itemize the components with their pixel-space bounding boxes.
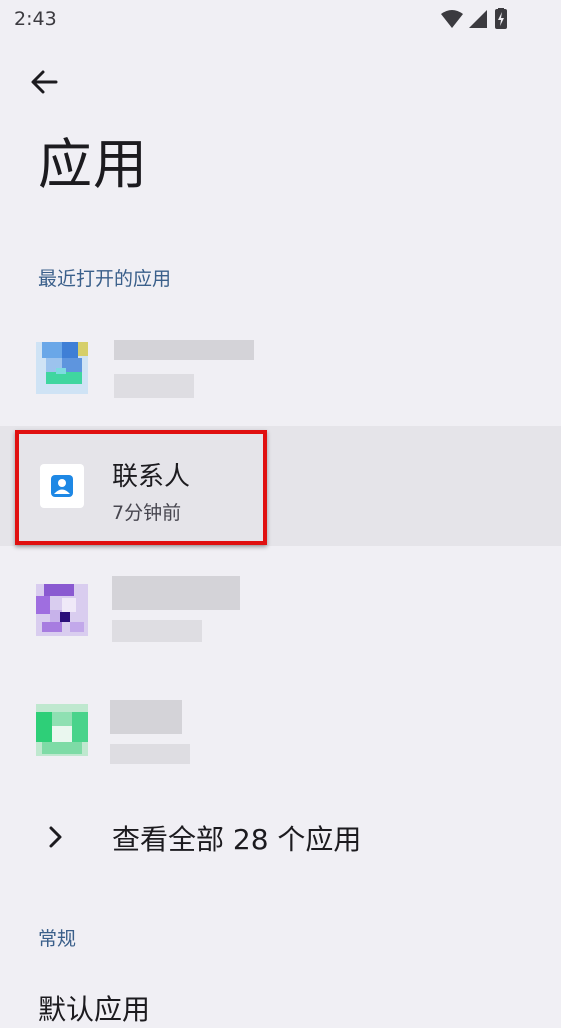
see-all-apps-button[interactable]: 查看全部 28 个应用 xyxy=(0,798,561,880)
obscured-app-subtitle xyxy=(114,374,194,398)
wifi-icon xyxy=(441,10,463,28)
chevron-right-icon xyxy=(49,826,62,848)
see-all-apps-label: 查看全部 28 个应用 xyxy=(112,823,362,856)
blurred-app-icon xyxy=(36,342,88,394)
blurred-app-icon xyxy=(36,704,88,756)
status-time: 2:43 xyxy=(14,8,57,30)
obscured-app-subtitle xyxy=(110,744,190,764)
arrow-left-icon xyxy=(31,70,58,94)
obscured-app-name xyxy=(114,340,254,360)
recent-app-row[interactable] xyxy=(0,670,561,790)
battery-charging-icon xyxy=(495,8,507,29)
recent-app-row[interactable] xyxy=(0,548,561,668)
cell-signal-icon xyxy=(469,10,487,28)
general-header: 常规 xyxy=(38,928,77,950)
obscured-app-subtitle xyxy=(112,620,202,642)
obscured-app-name xyxy=(110,700,182,734)
page-title: 应用 xyxy=(38,133,148,196)
obscured-app-name xyxy=(112,576,240,610)
default-apps-item[interactable]: 默认应用 xyxy=(38,988,150,1028)
annotation-highlight-box xyxy=(15,430,267,545)
blurred-app-icon xyxy=(36,584,88,636)
status-bar: 2:43 xyxy=(0,0,561,40)
status-icons xyxy=(441,8,521,30)
recent-app-row[interactable] xyxy=(0,308,561,428)
back-button[interactable] xyxy=(26,64,62,100)
recent-apps-header: 最近打开的应用 xyxy=(38,268,172,290)
